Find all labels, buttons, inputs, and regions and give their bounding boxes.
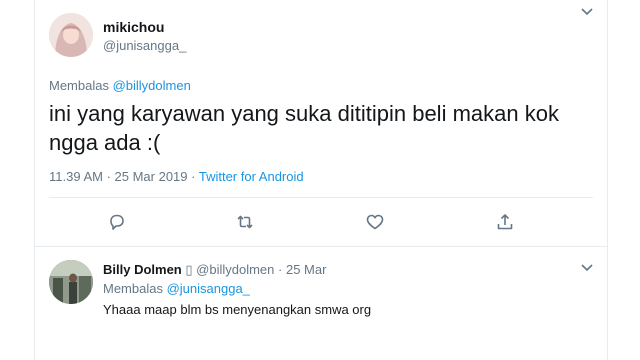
reply-to-link[interactable]: @junisangga_ xyxy=(167,281,250,296)
reply-prefix: Membalas xyxy=(103,281,163,296)
tweet-detail-panel: mikichou @junisangga_ Membalas @billydol… xyxy=(34,0,608,360)
chevron-down-icon[interactable] xyxy=(579,262,595,274)
divider xyxy=(49,197,593,198)
reply-date[interactable]: 25 Mar xyxy=(286,262,326,277)
reply-display-name[interactable]: Billy Dolmen xyxy=(103,262,182,277)
tweet-source-link[interactable]: Twitter for Android xyxy=(199,169,304,184)
like-button[interactable] xyxy=(361,208,389,236)
tweet-text: ini yang karyawan yang suka dititipin be… xyxy=(49,101,559,155)
avatar[interactable] xyxy=(49,13,93,57)
share-button[interactable] xyxy=(491,208,519,236)
divider xyxy=(35,246,607,247)
share-icon xyxy=(497,214,513,230)
reply-header: Billy Dolmen ▯ @billydolmen · 25 Mar xyxy=(103,262,326,278)
reply-prefix: Membalas xyxy=(49,78,109,93)
reply-icon xyxy=(110,214,124,230)
user-handle[interactable]: @junisangga_ xyxy=(103,38,186,53)
reply-text: Yhaaa maap blm bs menyenangkan smwa org xyxy=(103,302,372,317)
tweet-timestamp[interactable]: 11.39 AM · 25 Mar 2019 · xyxy=(49,169,195,184)
avatar-image xyxy=(49,13,93,57)
reply-button[interactable] xyxy=(103,208,131,236)
chevron-down-icon[interactable] xyxy=(577,4,597,20)
retweet-icon xyxy=(237,215,253,229)
tweet-actions xyxy=(35,208,607,236)
badge-icon: ▯ xyxy=(185,262,193,277)
like-icon xyxy=(366,214,384,230)
replying-to: Membalas @junisangga_ xyxy=(103,281,250,296)
replying-to: Membalas @billydolmen xyxy=(49,78,191,93)
separator: · xyxy=(278,262,283,277)
reply-to-link[interactable]: @billydolmen xyxy=(113,78,191,93)
tweet-meta: 11.39 AM · 25 Mar 2019 · Twitter for And… xyxy=(49,169,304,184)
display-name[interactable]: mikichou xyxy=(103,19,164,35)
avatar[interactable] xyxy=(49,260,93,304)
retweet-button[interactable] xyxy=(231,208,259,236)
avatar-image xyxy=(49,260,93,304)
reply-handle[interactable]: @billydolmen xyxy=(196,262,274,277)
